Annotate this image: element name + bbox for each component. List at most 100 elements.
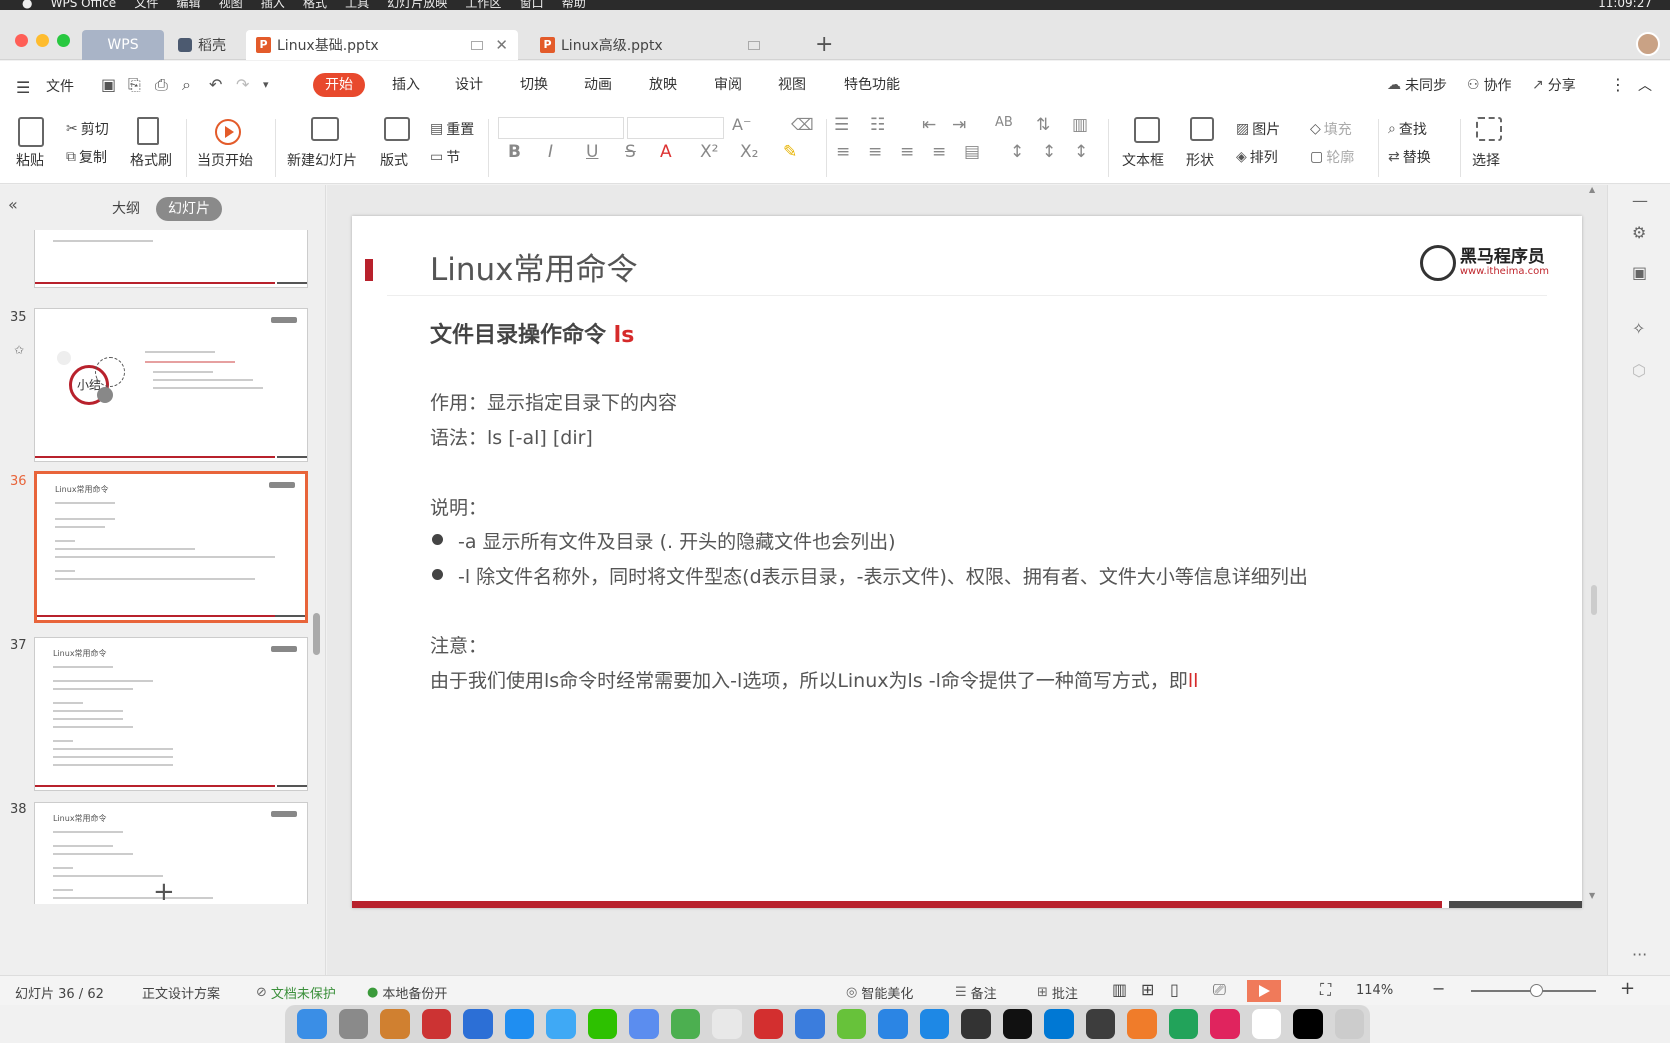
attention-line[interactable]: 由于我们使用ls命令时经常需要加入-l选项，所以Linux为ls -l命令提供了…	[430, 666, 1198, 693]
normal-view-icon[interactable]: ▥	[1112, 980, 1127, 999]
slide-thumbnail[interactable]: Linux常用命令	[34, 637, 308, 791]
syntax-line[interactable]: 语法：ls [-al] [dir]	[430, 423, 593, 450]
obs-icon[interactable]	[1085, 1009, 1115, 1039]
tab-insert[interactable]: 插入	[380, 73, 432, 97]
terminal-icon[interactable]	[1002, 1009, 1032, 1039]
customize-quick-access-icon[interactable]: ▾	[263, 78, 269, 91]
chrome-icon[interactable]	[712, 1009, 742, 1039]
zoom-slider-handle[interactable]	[1530, 984, 1543, 997]
new-tab-button[interactable]: +	[815, 30, 833, 60]
menubar-item[interactable]: 工具	[345, 0, 369, 9]
new-slide-button[interactable]: 新建幻灯片	[287, 150, 357, 170]
textbox-button[interactable]: 文本框	[1122, 150, 1164, 170]
justify-icon[interactable]: ≡	[932, 142, 946, 162]
properties-icon[interactable]: ⚙	[1632, 223, 1646, 242]
italic-icon[interactable]: I	[548, 142, 553, 162]
trash-icon[interactable]	[1334, 1009, 1364, 1039]
app-icon[interactable]	[421, 1009, 451, 1039]
user-avatar[interactable]	[1636, 32, 1660, 56]
fill-button[interactable]: ◇ 填充	[1310, 119, 1352, 139]
menubar-item[interactable]: 视图	[219, 0, 243, 9]
sync-status-button[interactable]: ☁ 未同步	[1387, 75, 1447, 95]
smart-beautify-button[interactable]: ◎ 智能美化	[846, 983, 913, 1002]
sort-icon[interactable]: ⇅	[1036, 115, 1050, 135]
collapse-panel-icon[interactable]: «	[8, 195, 18, 214]
wechat-icon[interactable]	[587, 1009, 617, 1039]
copy-button[interactable]: ⧉ 复制	[66, 147, 107, 167]
align-center-icon[interactable]: ≡	[868, 142, 882, 162]
system-preferences-icon[interactable]	[338, 1009, 368, 1039]
add-slide-button[interactable]: +	[153, 877, 175, 907]
close-window-button[interactable]	[15, 34, 28, 47]
tab-wps-home[interactable]: WPS	[82, 30, 164, 60]
font-color-icon[interactable]: A	[660, 142, 672, 162]
subscript-icon[interactable]: X₂	[740, 142, 758, 162]
tab-linux-advanced[interactable]: P Linux高级.pptx	[530, 30, 780, 60]
layout-icon[interactable]	[384, 117, 410, 141]
reading-view-icon[interactable]: ▯	[1170, 980, 1179, 999]
menubar-item[interactable]: 格式	[303, 0, 327, 9]
strikethrough-icon[interactable]: S	[625, 142, 636, 162]
hamburger-menu-icon[interactable]: ☰	[16, 78, 30, 97]
launchpad-icon[interactable]	[380, 1009, 410, 1039]
line-spacing-icon[interactable]: ↕	[1010, 142, 1024, 162]
app-icon[interactable]	[919, 1009, 949, 1039]
tab-slides[interactable]: 幻灯片	[156, 197, 222, 221]
superscript-icon[interactable]: X²	[700, 142, 718, 162]
local-backup-status[interactable]: ● 本地备份开	[367, 983, 447, 1002]
app-icon[interactable]	[878, 1009, 908, 1039]
slide-thumbnail[interactable]	[34, 230, 308, 288]
canvas-scrollbar[interactable]: ▲ ▼	[1589, 185, 1599, 903]
underline-icon[interactable]: U	[586, 142, 598, 162]
close-tab-icon[interactable]: ✕	[495, 36, 508, 54]
more-icon[interactable]: ···	[1632, 945, 1647, 964]
tab-animation[interactable]: 动画	[572, 73, 624, 97]
tab-daoke[interactable]: 稻壳	[168, 30, 246, 60]
numbered-list-icon[interactable]: ☷	[870, 115, 885, 135]
more-options-icon[interactable]: ⋮	[1610, 75, 1626, 94]
select-icon[interactable]	[1476, 117, 1502, 141]
shape-icon[interactable]	[1190, 117, 1214, 141]
select-button[interactable]: 选择	[1472, 150, 1500, 170]
tab-slideshow[interactable]: 放映	[637, 73, 689, 97]
shape-button[interactable]: 形状	[1186, 150, 1214, 170]
picture-button[interactable]: ▨ 图片	[1236, 119, 1280, 139]
menubar-item[interactable]: 文件	[134, 0, 158, 9]
wps-icon[interactable]	[1251, 1009, 1281, 1039]
apple-menu-icon[interactable]: ●	[22, 0, 32, 9]
format-painter-icon[interactable]	[137, 117, 159, 145]
menubar-item[interactable]: 工作区	[465, 0, 501, 9]
document-protection-status[interactable]: ⊘ 文档未保护	[256, 983, 336, 1002]
align-left-icon[interactable]: ≡	[836, 142, 850, 162]
paragraph-spacing-icon[interactable]: ↕	[1042, 142, 1056, 162]
presenter-icon[interactable]: ⎚	[1213, 980, 1226, 1000]
slideshow-play-button[interactable]	[1247, 980, 1281, 1002]
slide-sorter-icon[interactable]: ⊞	[1141, 980, 1154, 999]
zoom-out-icon[interactable]: −	[1432, 979, 1445, 998]
template-icon[interactable]: ▣	[1632, 263, 1647, 282]
file-menu[interactable]: 文件	[46, 76, 74, 96]
outline-button[interactable]: ▢ 轮廓	[1310, 147, 1354, 167]
clear-format-icon[interactable]: ⌫	[791, 115, 814, 134]
collapse-ribbon-icon[interactable]: ︿	[1638, 75, 1652, 95]
redo-icon[interactable]: ↷	[236, 75, 249, 94]
distribute-icon[interactable]: ▤	[964, 142, 980, 162]
bullet-option-l[interactable]: -l 除文件名称外，同时将文件型态(d表示目录，-表示文件)、权限、拥有者、文件…	[458, 562, 1308, 589]
decrease-font-icon[interactable]: A⁻	[732, 115, 751, 134]
app-icon[interactable]	[629, 1009, 659, 1039]
tab-outline[interactable]: 大纲	[100, 197, 152, 221]
new-slide-icon[interactable]	[311, 117, 339, 141]
print-icon[interactable]: ⎙	[155, 75, 168, 95]
current-slide[interactable]: Linux常用命令 黑马程序员 www.itheima.com 文件目录操作命令…	[352, 216, 1582, 908]
slide-title[interactable]: Linux常用命令	[430, 244, 638, 289]
purpose-line[interactable]: 作用：显示指定目录下的内容	[430, 388, 677, 415]
finder-icon[interactable]	[297, 1009, 327, 1039]
panel-scrollbar[interactable]	[313, 613, 320, 655]
textbox-icon[interactable]	[1134, 117, 1160, 143]
tab-view[interactable]: 视图	[766, 73, 818, 97]
youdao-icon[interactable]	[753, 1009, 783, 1039]
format-painter-button[interactable]: 格式刷	[130, 150, 172, 170]
menubar-item[interactable]: 编辑	[176, 0, 200, 9]
app-icon[interactable]	[795, 1009, 825, 1039]
attention-label[interactable]: 注意：	[430, 631, 487, 658]
